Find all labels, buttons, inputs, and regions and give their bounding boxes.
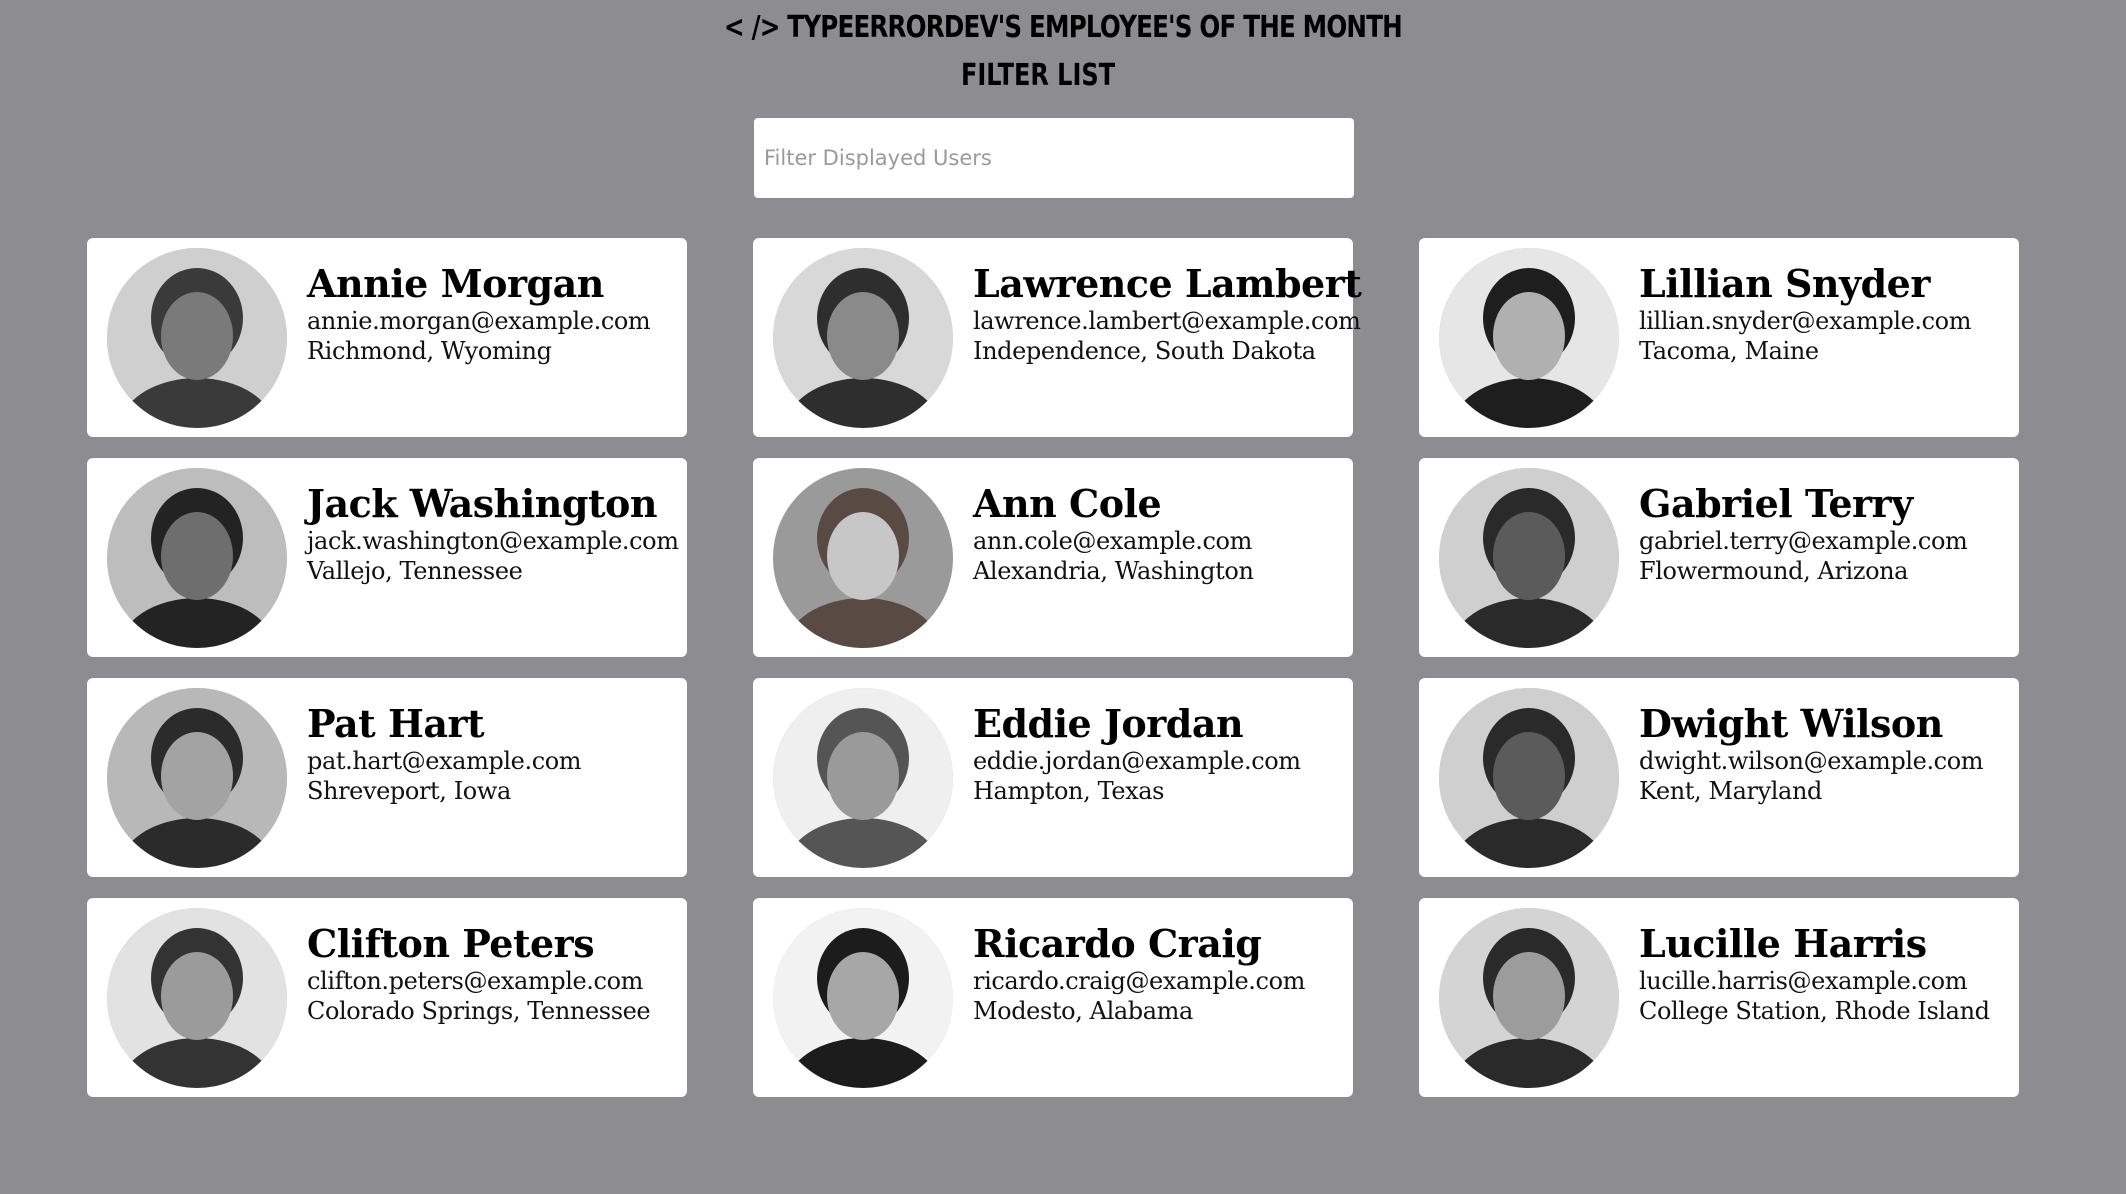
employee-name: Clifton Peters [307,921,595,966]
employee-photo [107,688,287,868]
employee-card: Gabriel Terry gabriel.terry@example.com … [1419,458,2019,657]
employee-name: Lucille Harris [1639,921,1927,966]
filter-heading: Filter List [960,58,1116,93]
portrait-silhouette-icon [1439,688,1619,868]
portrait-silhouette-icon [107,908,287,1088]
employee-card: Clifton Peters clifton.peters@example.co… [87,898,687,1097]
employee-photo [1439,468,1619,648]
employee-info: Clifton Peters clifton.peters@example.co… [307,922,679,1026]
employee-card: Lillian Snyder lillian.snyder@example.co… [1419,238,2019,437]
employee-info: Dwight Wilson dwight.wilson@example.com … [1639,702,2011,806]
employee-location: Modesto, Alabama [973,997,1193,1025]
employee-location: Colorado Springs, Tennessee [307,997,651,1025]
employee-location: Vallejo, Tennessee [307,557,523,585]
employee-name: Jack Washington [307,481,657,526]
employee-email: ann.cole@example.com [973,527,1252,555]
portrait-silhouette-icon [107,468,287,648]
employee-location: Flowermound, Arizona [1639,557,1909,585]
employee-card: Ann Cole ann.cole@example.com Alexandria… [753,458,1353,657]
employee-photo [1439,248,1619,428]
portrait-silhouette-icon [773,908,953,1088]
employee-info: Gabriel Terry gabriel.terry@example.com … [1639,482,2011,586]
page-title: < /> TypeErrorDev's Employee's of the Mo… [724,10,1403,45]
employee-email: lucille.harris@example.com [1639,967,1968,995]
employee-photo [107,468,287,648]
portrait-silhouette-icon [773,688,953,868]
employee-email: clifton.peters@example.com [307,967,643,995]
employee-photo [107,908,287,1088]
employee-email: ricardo.craig@example.com [973,967,1305,995]
employee-name: Annie Morgan [307,261,604,306]
employee-location: Richmond, Wyoming [307,337,552,365]
employee-name: Ricardo Craig [973,921,1262,966]
employee-grid: Annie Morgan annie.morgan@example.com Ri… [87,238,2020,1097]
employee-email: lillian.snyder@example.com [1639,307,1972,335]
filter-input[interactable] [754,118,1354,198]
employee-info: Pat Hart pat.hart@example.com Shreveport… [307,702,679,806]
employee-info: Ricardo Craig ricardo.craig@example.com … [973,922,1345,1026]
employee-card: Lucille Harris lucille.harris@example.co… [1419,898,2019,1097]
employee-card: Dwight Wilson dwight.wilson@example.com … [1419,678,2019,877]
portrait-silhouette-icon [1439,248,1619,428]
employee-photo [107,248,287,428]
employee-location: College Station, Rhode Island [1639,997,1990,1025]
employee-photo [1439,688,1619,868]
employee-card: Jack Washington jack.washington@example.… [87,458,687,657]
portrait-silhouette-icon [1439,908,1619,1088]
employee-card: Annie Morgan annie.morgan@example.com Ri… [87,238,687,437]
employee-email: dwight.wilson@example.com [1639,747,1984,775]
portrait-silhouette-icon [773,468,953,648]
employee-location: Shreveport, Iowa [307,777,511,805]
employee-photo [773,688,953,868]
employee-email: jack.washington@example.com [307,527,679,555]
employee-location: Kent, Maryland [1639,777,1822,805]
employee-card: Eddie Jordan eddie.jordan@example.com Ha… [753,678,1353,877]
employee-info: Annie Morgan annie.morgan@example.com Ri… [307,262,679,366]
employee-info: Lucille Harris lucille.harris@example.co… [1639,922,2011,1026]
employee-name: Ann Cole [973,481,1162,526]
employee-info: Jack Washington jack.washington@example.… [307,482,679,586]
employee-name: Lawrence Lambert [973,261,1362,306]
employee-photo [773,248,953,428]
employee-photo [773,908,953,1088]
portrait-silhouette-icon [107,248,287,428]
portrait-silhouette-icon [107,688,287,868]
employee-email: annie.morgan@example.com [307,307,651,335]
employee-email: gabriel.terry@example.com [1639,527,1968,555]
employee-name: Gabriel Terry [1639,481,1913,526]
employee-email: eddie.jordan@example.com [973,747,1301,775]
employee-name: Pat Hart [307,701,485,746]
employee-location: Tacoma, Maine [1639,337,1819,365]
employee-name: Dwight Wilson [1639,701,1943,746]
employee-info: Lawrence Lambert lawrence.lambert@exampl… [973,261,1362,366]
employee-card: Pat Hart pat.hart@example.com Shreveport… [87,678,687,877]
employee-name: Eddie Jordan [973,701,1244,746]
portrait-silhouette-icon [1439,468,1619,648]
portrait-silhouette-icon [773,248,953,428]
employee-card: Ricardo Craig ricardo.craig@example.com … [753,898,1353,1097]
employee-location: Independence, South Dakota [973,337,1316,365]
employee-card: Lawrence Lambert lawrence.lambert@exampl… [753,238,1362,437]
employee-name: Lillian Snyder [1639,261,1930,306]
employee-info: Ann Cole ann.cole@example.com Alexandria… [973,482,1345,586]
employee-location: Alexandria, Washington [973,557,1254,585]
employee-email: pat.hart@example.com [307,747,582,775]
employee-photo [773,468,953,648]
employee-location: Hampton, Texas [973,777,1165,805]
employee-info: Lillian Snyder lillian.snyder@example.co… [1639,262,2011,366]
employee-photo [1439,908,1619,1088]
employee-email: lawrence.lambert@example.com [973,307,1361,335]
employee-info: Eddie Jordan eddie.jordan@example.com Ha… [973,702,1345,806]
